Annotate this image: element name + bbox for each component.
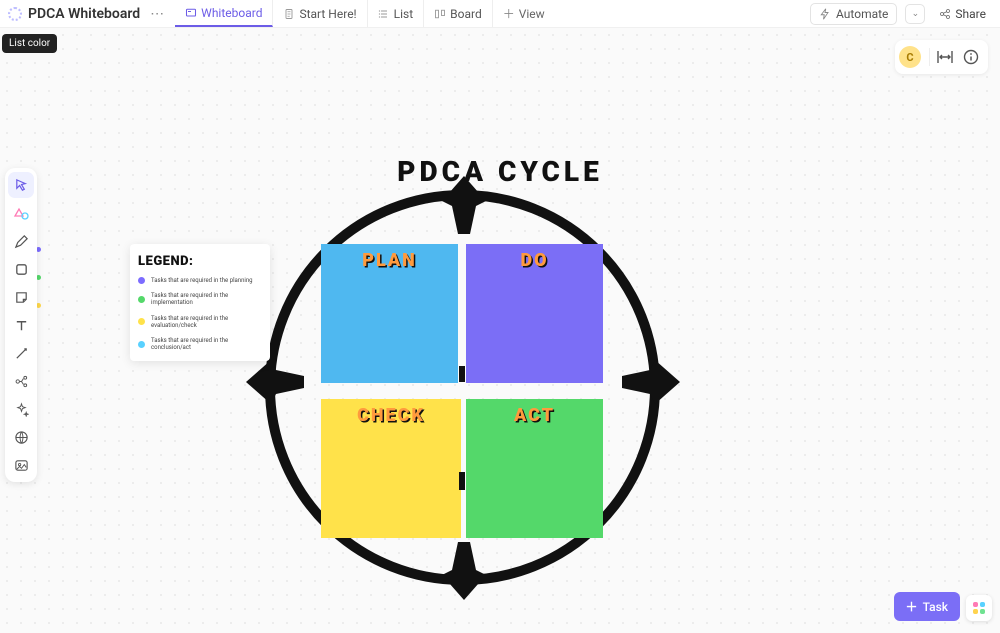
cycle-title: PDCA CYCLE — [0, 155, 1000, 188]
tab-list[interactable]: List — [368, 0, 425, 27]
select-tool[interactable] — [8, 172, 34, 198]
info-icon — [963, 49, 979, 65]
add-view-label: View — [519, 7, 545, 21]
image-tool[interactable] — [8, 452, 34, 478]
share-icon — [939, 8, 951, 20]
quadrant-do-label: DO — [520, 250, 548, 383]
pen-tool[interactable] — [8, 228, 34, 254]
tab-whiteboard[interactable]: Whiteboard — [175, 0, 273, 27]
legend-row: Tasks that are required in the implement… — [138, 292, 262, 306]
board-icon — [434, 8, 446, 20]
globe-icon — [14, 430, 29, 445]
legend-text: Tasks that are required in the planning — [151, 277, 253, 284]
plus-icon: ＋ — [503, 5, 515, 22]
center-mark — [459, 366, 465, 382]
shapes-icon — [13, 205, 29, 221]
apps-grid-icon — [973, 602, 985, 614]
cycle-arrow-left — [246, 360, 306, 404]
tab-start-here-label: Start Here! — [299, 7, 356, 21]
text-icon — [14, 318, 29, 333]
view-tabs: Whiteboard Start Here! List Board ＋ View — [175, 0, 555, 27]
pen-icon — [14, 234, 29, 249]
tab-board-label: Board — [450, 7, 482, 21]
quadrant-check-label: CHECK — [357, 405, 425, 538]
legend-bullet — [138, 296, 145, 303]
legend-text: Tasks that are required in the implement… — [151, 292, 262, 306]
avatar[interactable]: C — [899, 46, 921, 68]
legend-title: LEGEND: — [138, 254, 262, 269]
list-color-tooltip: List color — [2, 34, 57, 53]
add-view-button[interactable]: ＋ View — [493, 5, 555, 22]
legend-bullet — [138, 277, 145, 284]
mindmap-icon — [14, 374, 29, 389]
quadrant-plan-label: PLAN — [362, 250, 417, 383]
sticky-note-tool[interactable] — [8, 284, 34, 310]
more-options-button[interactable]: ⋯ — [145, 6, 169, 22]
quadrant-do[interactable]: DO — [466, 244, 603, 383]
top-bar: PDCA Whiteboard ⋯ Whiteboard Start Here!… — [0, 0, 1000, 28]
whiteboard-icon — [185, 7, 197, 19]
automate-button[interactable]: Automate — [810, 3, 897, 25]
quadrant-act-label: ACT — [514, 405, 555, 538]
apps-button[interactable] — [966, 595, 992, 621]
automate-label: Automate — [836, 7, 888, 21]
lightning-icon — [819, 8, 831, 20]
tab-whiteboard-label: Whiteboard — [201, 6, 262, 20]
fit-width-button[interactable] — [932, 44, 958, 70]
legend-bullet — [138, 341, 145, 348]
info-button[interactable] — [958, 44, 984, 70]
tool-panel — [5, 168, 37, 482]
center-mark — [459, 472, 465, 490]
tab-list-label: List — [394, 7, 414, 21]
cycle-arrow-right — [620, 360, 680, 404]
spinner-icon — [8, 7, 22, 21]
plus-icon: ＋ — [906, 598, 918, 615]
quadrant-plan[interactable]: PLAN — [321, 244, 458, 383]
legend-row: Tasks that are required in the conclusio… — [138, 337, 262, 351]
mindmap-tool[interactable] — [8, 368, 34, 394]
connector-icon — [14, 346, 29, 361]
topbar-right: Automate ⌄ Share — [810, 3, 992, 25]
automate-dropdown-button[interactable]: ⌄ — [905, 4, 925, 24]
share-button[interactable]: Share — [933, 4, 992, 24]
canvas-controls: C — [895, 40, 988, 74]
sparkle-icon — [14, 402, 29, 417]
doc-icon — [283, 8, 295, 20]
fit-width-icon — [937, 50, 953, 64]
rectangle-tool[interactable] — [8, 256, 34, 282]
divider — [929, 48, 930, 66]
sticky-note-icon — [14, 290, 29, 305]
list-icon — [378, 8, 390, 20]
square-icon — [14, 262, 29, 277]
legend-row: Tasks that are required in the planning — [138, 277, 262, 284]
shapes-tool[interactable] — [8, 200, 34, 226]
quadrant-act[interactable]: ACT — [466, 399, 603, 538]
cursor-icon — [14, 178, 29, 193]
legend-text: Tasks that are required in the conclusio… — [151, 337, 262, 351]
new-task-label: Task — [923, 600, 948, 614]
legend-bullet — [138, 318, 145, 325]
image-icon — [14, 458, 29, 473]
cycle-arrow-bottom — [442, 540, 486, 600]
new-task-button[interactable]: ＋ Task — [894, 592, 960, 621]
legend-row: Tasks that are required in the evaluatio… — [138, 315, 262, 329]
page-title: PDCA Whiteboard — [28, 6, 140, 22]
legend-text: Tasks that are required in the evaluatio… — [151, 315, 262, 329]
share-label: Share — [955, 7, 986, 21]
quadrant-check[interactable]: CHECK — [321, 399, 461, 538]
tab-start-here[interactable]: Start Here! — [273, 0, 367, 27]
ai-tool[interactable] — [8, 396, 34, 422]
text-tool[interactable] — [8, 312, 34, 338]
legend-box[interactable]: LEGEND: Tasks that are required in the p… — [130, 244, 270, 361]
connector-tool[interactable] — [8, 340, 34, 366]
chevron-down-icon: ⌄ — [912, 9, 920, 19]
tab-board[interactable]: Board — [424, 0, 493, 27]
web-tool[interactable] — [8, 424, 34, 450]
